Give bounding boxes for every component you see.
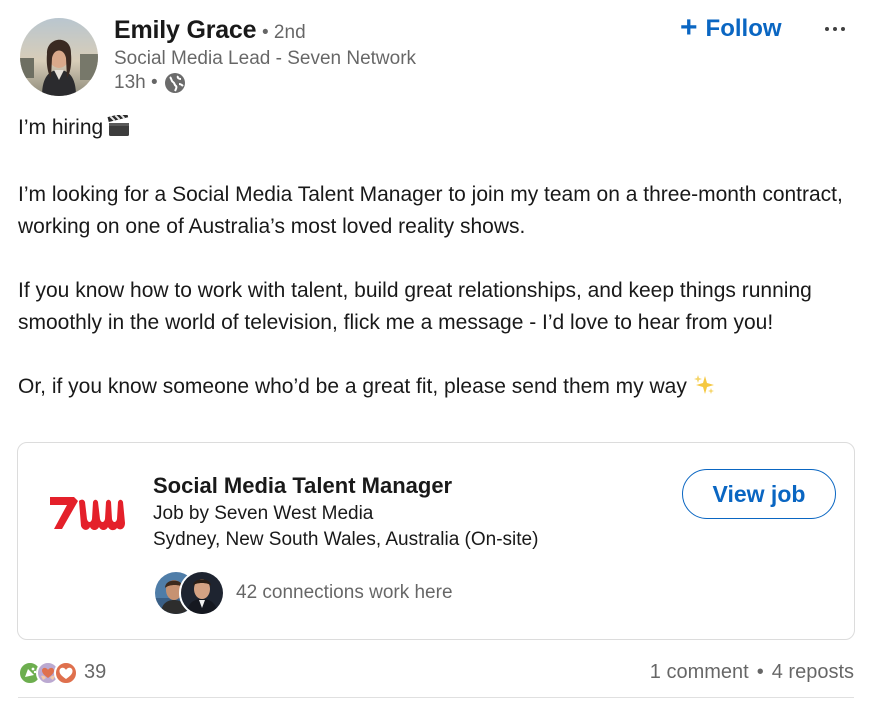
feed-post: Emily Grace • 2nd Social Media Lead - Se… [0, 0, 872, 722]
post-paragraph-4-text: Or, if you know someone who’d be a great… [18, 375, 687, 398]
author-name[interactable]: Emily Grace [114, 16, 257, 45]
more-options-button[interactable] [818, 14, 852, 44]
job-company: Job by Seven West Media [153, 503, 374, 524]
follow-label: Follow [705, 15, 782, 42]
sparkles-icon [693, 374, 715, 406]
connection-degree: • 2nd [262, 22, 306, 43]
hiring-text: I’m hiring [18, 116, 104, 139]
engagement-counts: 1 comment • 4 reposts [650, 656, 854, 688]
author-avatar[interactable] [20, 18, 98, 96]
job-location: Sydney, New South Wales, Australia (On-s… [153, 529, 539, 550]
connection-avatar [179, 570, 225, 616]
social-counts-bar: 39 1 comment • 4 reposts [18, 656, 854, 688]
separator-dot: • [756, 660, 764, 683]
post-time: 13h • [114, 72, 158, 93]
comments-count[interactable]: 1 comment [650, 661, 749, 684]
connection-avatars [153, 570, 225, 616]
author-headline: Social Media Lead - Seven Network [114, 48, 417, 69]
clapper-board-icon [107, 112, 131, 147]
globe-icon [164, 72, 186, 94]
seven-west-media-logo [48, 493, 130, 533]
divider [18, 697, 854, 698]
love-reaction-icon [54, 661, 78, 685]
follow-button[interactable]: + Follow [680, 12, 782, 46]
reaction-icons [18, 658, 82, 686]
job-title[interactable]: Social Media Talent Manager [153, 473, 452, 499]
plus-icon: + [680, 10, 698, 44]
reaction-count: 39 [84, 660, 107, 683]
post-meta: 13h • [114, 72, 186, 94]
connections-text: 42 connections work here [236, 582, 453, 603]
post-line-1: I’m hiring [18, 112, 858, 147]
reposts-count[interactable]: 4 reposts [772, 661, 854, 684]
post-paragraph-4: Or, if you know someone who’d be a great… [18, 371, 858, 406]
dot-icon [825, 27, 829, 31]
dot-icon [833, 27, 837, 31]
post-paragraph-2: I’m looking for a Social Media Talent Ma… [18, 183, 843, 238]
job-card[interactable]: Social Media Talent Manager Job by Seven… [17, 442, 855, 640]
reactions-summary[interactable]: 39 [18, 656, 106, 688]
dot-icon [841, 27, 845, 31]
connections-row[interactable]: 42 connections work here [153, 570, 453, 616]
view-job-button[interactable]: View job [682, 469, 836, 519]
post-paragraph-3: If you know how to work with talent, bui… [18, 279, 812, 334]
post-text: I’m hiring I’m looking for a Social Medi… [18, 112, 858, 406]
